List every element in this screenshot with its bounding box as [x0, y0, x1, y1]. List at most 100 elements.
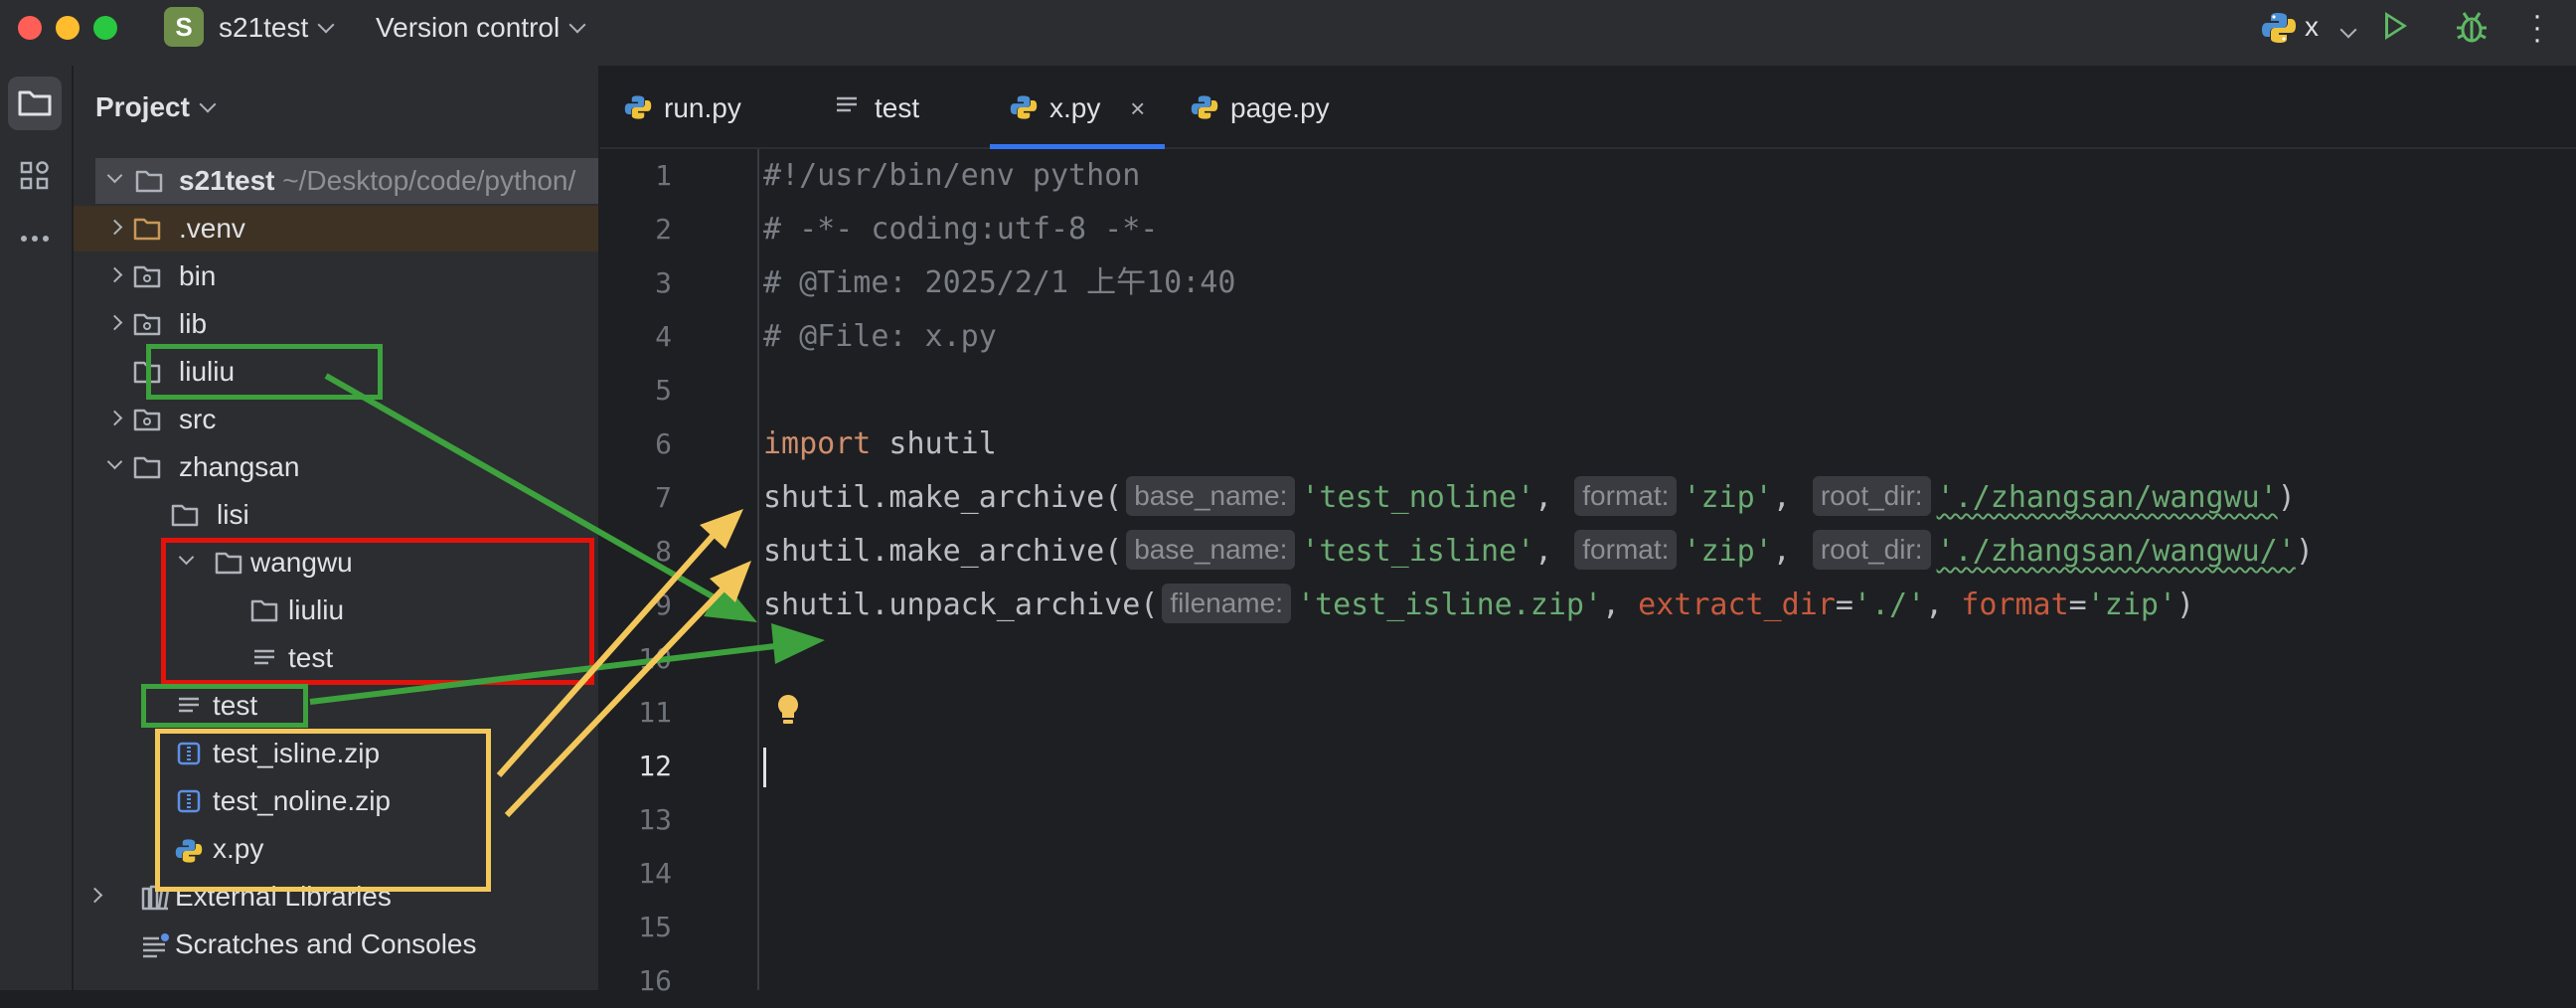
chevron-right-icon [106, 314, 123, 331]
text-caret [763, 748, 766, 787]
vcs-selector[interactable]: Version control [376, 10, 586, 46]
tab-label: x.py [1049, 92, 1101, 123]
python-icon [2262, 13, 2296, 43]
project-panel-title[interactable]: Project [95, 91, 217, 123]
folder-icon [18, 90, 52, 116]
minimize-window-button[interactable] [56, 16, 80, 40]
tab-test[interactable]: test [835, 66, 919, 147]
project-panel-title-text: Project [95, 91, 190, 122]
keyword-arg: format [1961, 588, 2069, 622]
project-selector[interactable]: s21test [219, 10, 335, 46]
annotation-box-zips [155, 729, 491, 892]
string-literal: './' [1852, 588, 1926, 622]
root-name: s21test [179, 165, 275, 196]
tab-run-py[interactable]: run.py [624, 66, 741, 147]
annotation-box-liuliu [146, 344, 383, 400]
tree-item-label: src [179, 404, 217, 434]
param-hint: base_name: [1126, 476, 1296, 516]
run-config-name: x [2305, 11, 2319, 42]
editor-tabs: run.py test x.py × page.py [600, 66, 2576, 149]
tab-label: run.py [664, 92, 741, 123]
code-line-8: shutil.make_archive(base_name:'test_isli… [763, 525, 2314, 579]
run-icon[interactable] [2385, 12, 2407, 40]
code-line-9: shutil.unpack_archive(filename:'test_isl… [763, 579, 2194, 632]
structure-icon [20, 161, 49, 190]
chevron-down-icon [199, 95, 217, 113]
tree-item-zhangsan[interactable]: zhangsan [74, 444, 598, 490]
module-name: shutil [871, 426, 997, 461]
line-number: 9 [655, 588, 672, 621]
string-literal: 'test_noline' [1301, 480, 1535, 515]
tree-item-lib[interactable]: lib [74, 301, 598, 347]
structure-tool-button[interactable] [8, 149, 62, 203]
function-call: shutil.make_archive( [763, 534, 1123, 569]
tree-item-label: zhangsan [179, 451, 300, 482]
annotation-box-test [141, 684, 308, 728]
folder-icon [133, 218, 161, 241]
tab-x-py[interactable]: x.py × [989, 66, 1166, 149]
code-editor[interactable]: #!/usr/bin/env python # -*- coding:utf-8… [759, 149, 2576, 990]
param-hint: base_name: [1126, 530, 1296, 570]
more-tools-button[interactable] [8, 212, 62, 265]
tree-item-label: bin [179, 260, 217, 291]
tree-item-bin[interactable]: bin [74, 253, 598, 299]
tree-item-src[interactable]: src [74, 397, 598, 442]
chevron-down-icon [317, 16, 335, 34]
annotation-box-wangwu [161, 538, 594, 685]
code-line-3: # @Time: 2025/2/1 上午10:40 [763, 265, 1236, 300]
code-line-6: import shutil [763, 418, 997, 471]
folder-icon [171, 504, 199, 527]
python-file-icon [624, 95, 652, 119]
tree-root-s21test[interactable]: s21test ~/Desktop/code/python/ [95, 158, 598, 204]
chevron-down-icon [2339, 21, 2357, 39]
tree-item-label: Scratches and Consoles [175, 928, 477, 959]
line-number: 3 [655, 266, 672, 299]
keyword-import: import [763, 426, 872, 461]
tab-page-py[interactable]: page.py [1191, 66, 1330, 147]
debug-icon[interactable] [2455, 10, 2489, 46]
folder-icon [133, 456, 161, 479]
line-number: 1 [655, 159, 672, 192]
vcs-label: Version control [376, 12, 561, 43]
zoom-window-button[interactable] [93, 16, 117, 40]
folder-icon [135, 170, 163, 193]
line-number: 10 [638, 642, 672, 675]
tool-window-strip [0, 66, 74, 990]
close-window-button[interactable] [18, 16, 42, 40]
line-number: 14 [638, 857, 672, 890]
close-icon[interactable]: × [1130, 93, 1145, 123]
chevron-down-icon [106, 453, 123, 470]
more-icon[interactable]: · · · [2532, 1, 2542, 55]
keyword-arg: extract_dir [1638, 588, 1836, 622]
lightbulb-icon[interactable] [773, 692, 803, 730]
chevron-right-icon [86, 887, 103, 904]
string-literal: './zhangsan/wangwu/' [1936, 534, 2296, 569]
function-call: shutil.unpack_archive( [763, 588, 1159, 622]
function-call: shutil.make_archive( [763, 480, 1123, 515]
tree-item-lisi[interactable]: lisi [74, 492, 598, 538]
param-hint: root_dir: [1812, 476, 1931, 516]
code-line-1: #!/usr/bin/env python [763, 158, 1141, 193]
title-bar: S s21test Version control x · · · [0, 0, 2576, 68]
line-number: 6 [655, 427, 672, 460]
tree-item-label: lib [179, 308, 208, 339]
line-number-gutter: 1 2 3 4 5 6 7 8 9 10 11 12 13 14 15 16 [600, 149, 759, 997]
string-literal: 'zip' [2086, 588, 2177, 622]
source-folder-icon [133, 265, 161, 288]
line-number: 8 [655, 535, 672, 568]
chevron-right-icon [106, 410, 123, 426]
line-number: 11 [638, 696, 672, 729]
more-icon [21, 236, 49, 242]
string-literal: 'test_isline' [1301, 534, 1535, 569]
tab-label: page.py [1230, 92, 1330, 123]
line-number: 13 [638, 803, 672, 836]
string-literal: './zhangsan/wangwu' [1936, 480, 2278, 515]
tree-item-scratches[interactable]: Scratches and Consoles [74, 922, 598, 967]
tree-item-venv[interactable]: .venv [74, 206, 598, 252]
python-file-icon [1191, 95, 1218, 119]
string-literal: 'zip' [1683, 480, 1773, 515]
tree-item-label: lisi [217, 499, 249, 530]
project-tool-button[interactable] [8, 77, 62, 130]
chevron-right-icon [106, 219, 123, 236]
source-folder-icon [133, 409, 161, 431]
